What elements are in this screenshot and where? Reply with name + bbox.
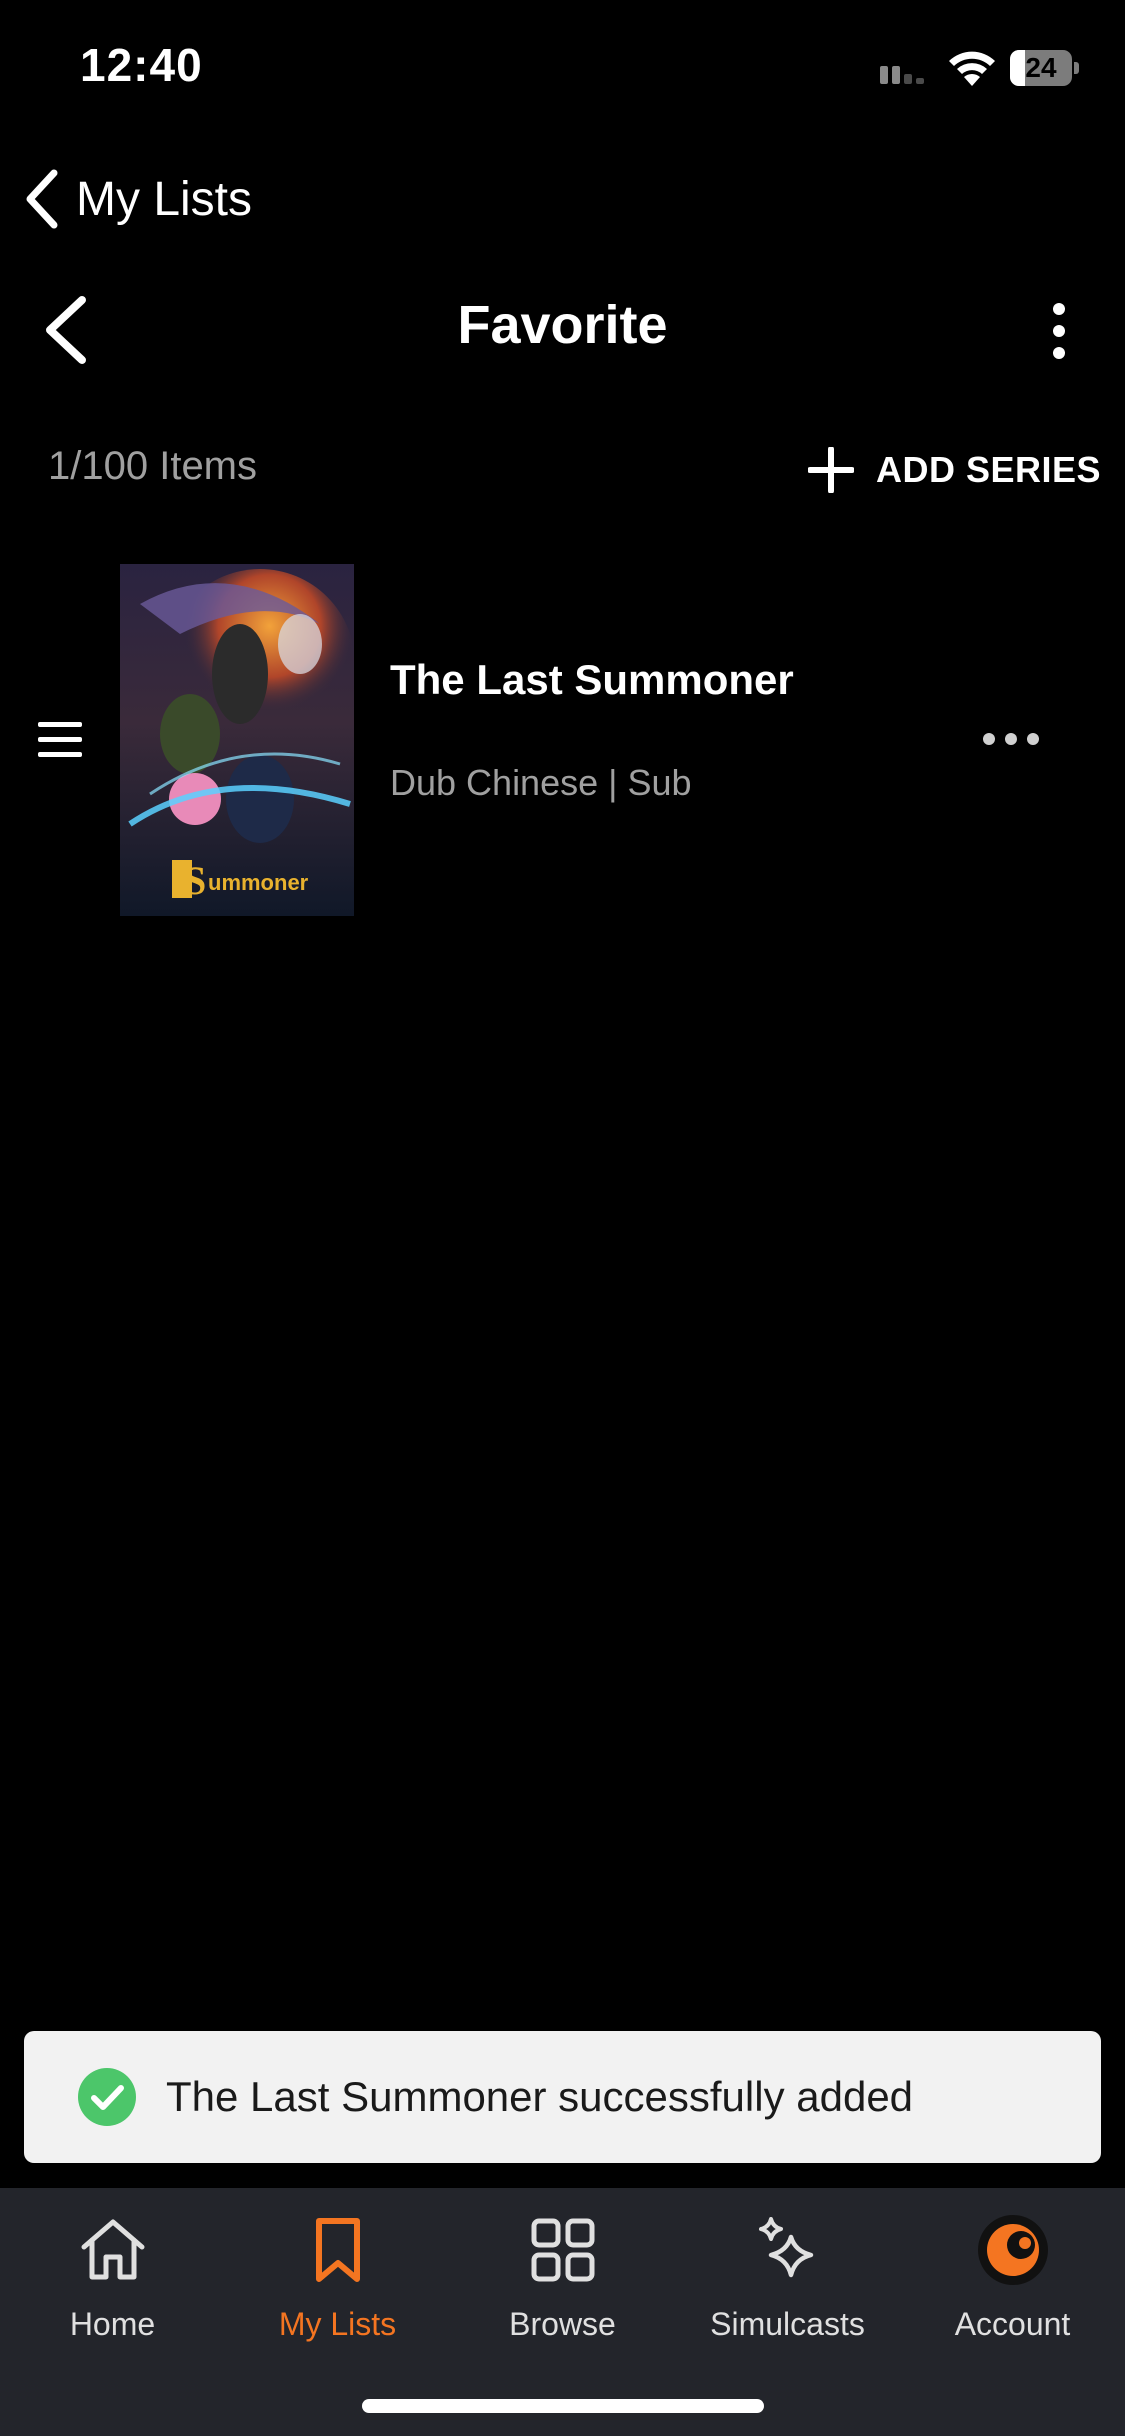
nav-my-lists[interactable]: My Lists xyxy=(225,2188,450,2358)
nav-simulcasts[interactable]: Simulcasts xyxy=(675,2188,900,2358)
vertical-ellipsis-icon[interactable] xyxy=(1038,300,1080,362)
back-to-my-lists-label: My Lists xyxy=(76,172,253,226)
sparkle-icon xyxy=(759,2217,814,2278)
item-title[interactable]: The Last Summoner xyxy=(390,656,794,704)
page-title: Favorite xyxy=(457,295,668,355)
svg-text:S: S xyxy=(184,858,206,903)
nav-simulcasts-label: Simulcasts xyxy=(710,2306,865,2342)
battery-icon: 24 xyxy=(1010,50,1080,86)
grid-icon xyxy=(531,2218,595,2282)
toast-message: The Last Summoner successfully added xyxy=(166,2073,914,2120)
nav-my-lists-label: My Lists xyxy=(278,2306,397,2342)
bookmark-icon xyxy=(316,2218,360,2282)
success-toast: The Last Summoner successfully added xyxy=(24,2031,1101,2163)
add-series-button[interactable]: ADD SERIES xyxy=(808,440,1101,500)
add-series-label: ADD SERIES xyxy=(876,449,1102,490)
back-to-my-lists-link[interactable]: My Lists xyxy=(22,164,252,234)
plus-icon xyxy=(808,447,854,493)
drag-handle-icon[interactable] xyxy=(38,720,82,760)
chevron-left-icon xyxy=(26,169,58,229)
battery-level: 24 xyxy=(1025,52,1057,83)
nav-account-label: Account xyxy=(954,2306,1071,2342)
item-count: 1/100 Items xyxy=(48,444,258,488)
item-meta: Dub Chinese | Sub xyxy=(390,762,692,803)
series-poster-image[interactable]: S ummoner xyxy=(120,564,354,916)
nav-home-label: Home xyxy=(69,2306,156,2342)
wifi-icon xyxy=(949,51,995,86)
signal-icon xyxy=(880,66,924,84)
home-icon xyxy=(81,2219,145,2280)
svg-text:ummoner: ummoner xyxy=(208,870,309,895)
home-indicator[interactable] xyxy=(362,2399,764,2413)
status-time: 12:40 xyxy=(80,39,203,91)
nav-browse-label: Browse xyxy=(509,2306,616,2342)
nav-browse[interactable]: Browse xyxy=(450,2188,675,2358)
nav-account[interactable]: Account xyxy=(900,2188,1125,2358)
horizontal-ellipsis-icon[interactable] xyxy=(980,726,1042,752)
check-circle-icon xyxy=(78,2068,136,2126)
crunchyroll-avatar-icon xyxy=(978,2215,1048,2285)
nav-home[interactable]: Home xyxy=(0,2188,225,2358)
